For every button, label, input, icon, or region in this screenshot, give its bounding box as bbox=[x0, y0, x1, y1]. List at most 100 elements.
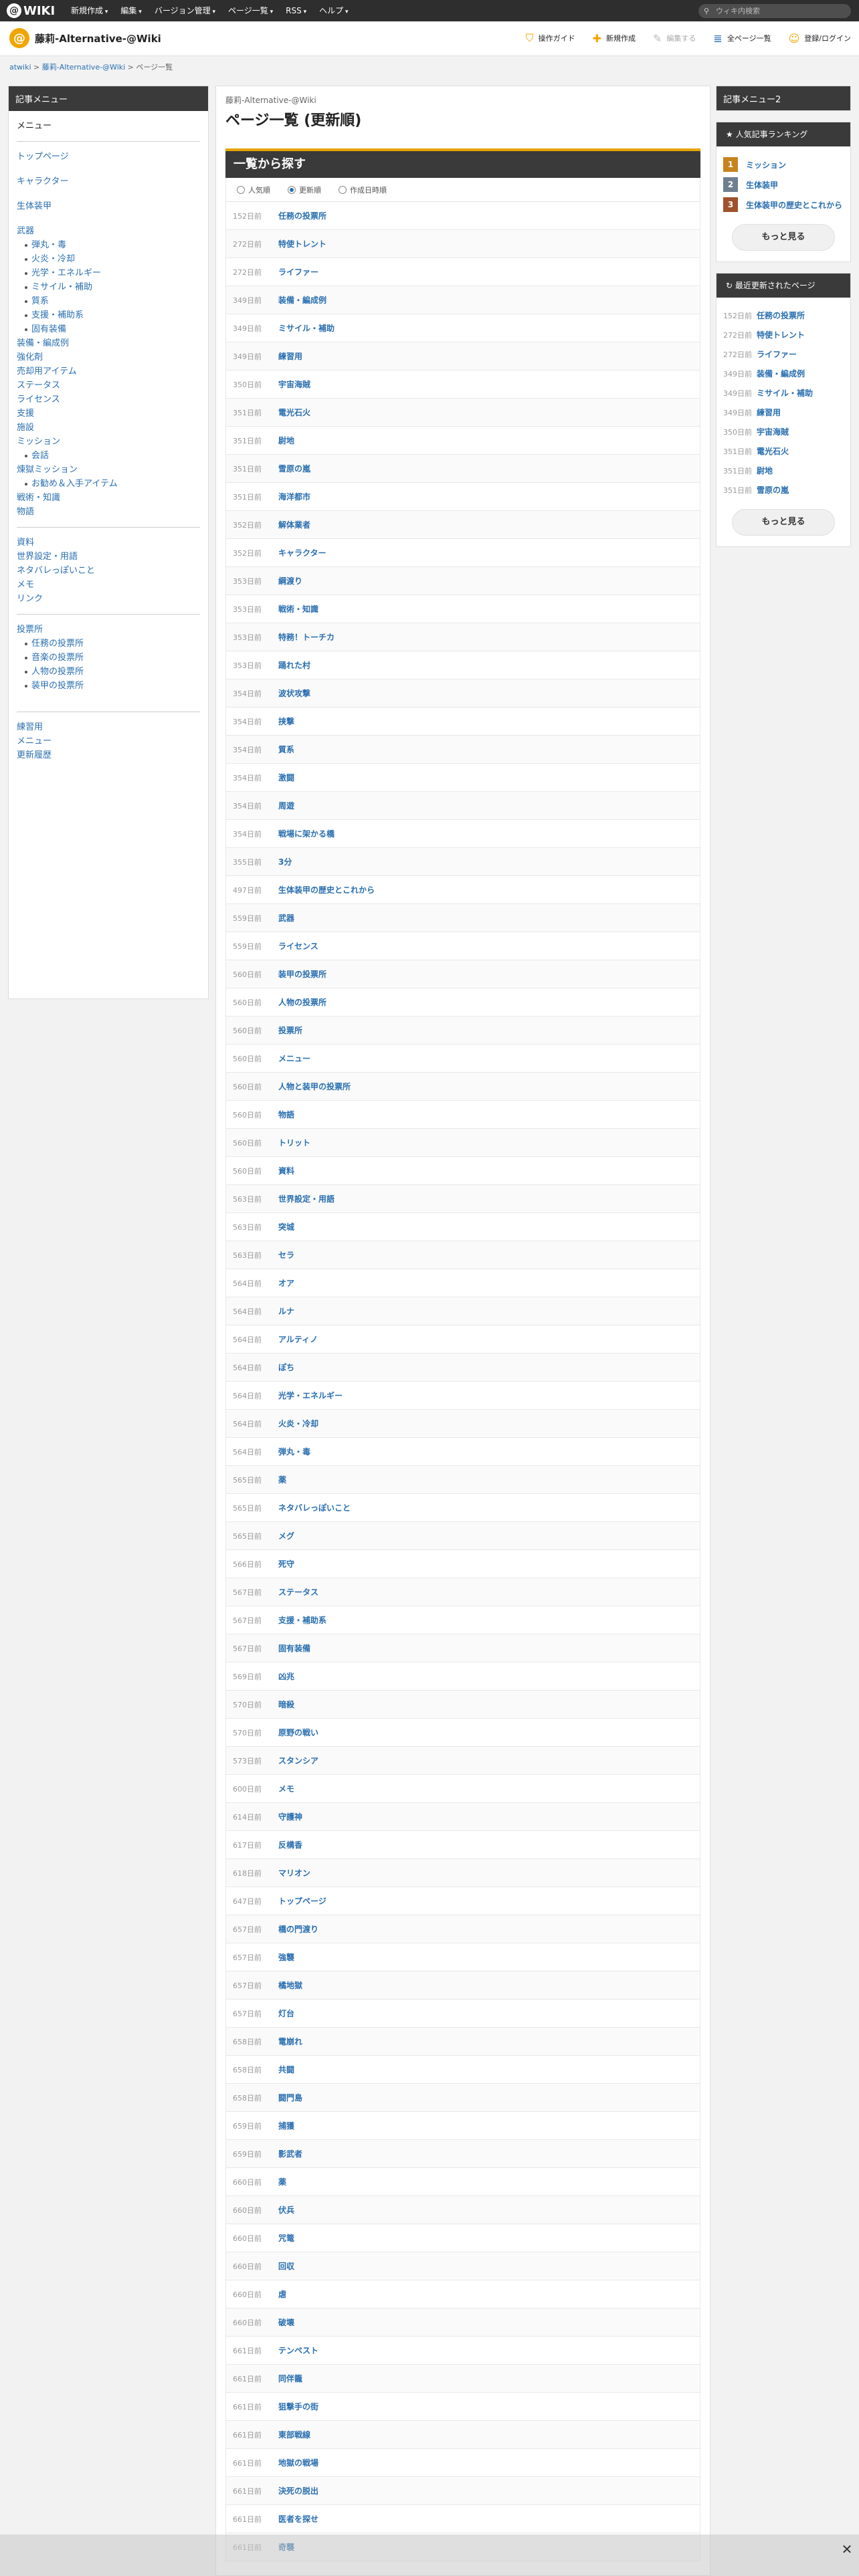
page-link[interactable]: 武器 bbox=[278, 912, 294, 924]
page-link[interactable]: ぽち bbox=[278, 1362, 294, 1373]
sidebar-item[interactable]: メモ bbox=[9, 578, 208, 592]
breadcrumb-root[interactable]: atwiki bbox=[9, 63, 31, 72]
sidebar-item[interactable]: ミッション bbox=[9, 435, 208, 449]
page-link[interactable]: 尉地 bbox=[278, 435, 294, 446]
sidebar-item[interactable]: 施設 bbox=[9, 421, 208, 435]
page-link[interactable]: トリット bbox=[278, 1137, 310, 1148]
page-link[interactable]: アルティノ bbox=[278, 1333, 318, 1345]
recent-item[interactable]: 272日前 ライファー bbox=[723, 344, 844, 364]
page-link[interactable]: 捕獲 bbox=[278, 2120, 294, 2131]
page-link[interactable]: ルナ bbox=[278, 1305, 294, 1317]
tool-pencil[interactable]: ✎ 編集する bbox=[653, 29, 696, 47]
page-link[interactable]: 宇宙海賊 bbox=[278, 379, 310, 390]
page-link[interactable]: 練習用 bbox=[278, 350, 302, 362]
page-link[interactable]: 凶兆 bbox=[278, 1671, 294, 1682]
page-link[interactable]: 虐 bbox=[278, 2288, 286, 2300]
sidebar-item[interactable]: ネタバレっぽいこと bbox=[9, 564, 208, 578]
search-input[interactable]: ⚲ ウィキ内検索 bbox=[698, 4, 851, 18]
sidebar-item[interactable]: メニュー bbox=[9, 734, 208, 748]
page-link[interactable]: 任務の投票所 bbox=[278, 210, 326, 221]
page-link[interactable]: 闘門島 bbox=[278, 2092, 302, 2103]
sidebar-item[interactable]: 売却用アイテム bbox=[9, 364, 208, 379]
tool-plus[interactable]: ✚ 新規作成 bbox=[593, 29, 636, 47]
page-link[interactable]: 海洋都市 bbox=[278, 491, 310, 502]
page-link[interactable]: セラ bbox=[278, 1249, 294, 1261]
sidebar-item[interactable]: リンク bbox=[9, 592, 208, 606]
page-link[interactable]: 激闘 bbox=[278, 772, 294, 783]
page-link[interactable]: 突城 bbox=[278, 1221, 294, 1232]
page-link[interactable]: 特務！トーチカ bbox=[278, 631, 335, 643]
page-link[interactable]: 原野の戦い bbox=[278, 1727, 318, 1738]
page-link[interactable]: 弾丸・毒 bbox=[278, 1446, 310, 1457]
page-link[interactable]: 3分 bbox=[278, 856, 292, 867]
sidebar-item[interactable]: 装備・編成例 bbox=[9, 336, 208, 350]
top-nav-item[interactable]: 新規作成 bbox=[71, 0, 108, 21]
sidebar-item[interactable]: 更新履歴 bbox=[9, 748, 208, 762]
ranking-item[interactable]: 3 生体装甲の歴史とこれから bbox=[723, 195, 844, 215]
page-link[interactable]: 解体業者 bbox=[278, 519, 310, 530]
top-nav-item[interactable]: ヘルプ bbox=[319, 0, 348, 21]
page-link[interactable]: 狙撃手の街 bbox=[278, 2401, 318, 2412]
page-link[interactable]: キャラクター bbox=[278, 547, 326, 558]
page-link[interactable]: 医者を探せ bbox=[278, 2513, 318, 2525]
radio-button[interactable] bbox=[339, 185, 347, 194]
close-icon[interactable]: ✕ bbox=[839, 2541, 855, 2557]
page-link[interactable]: 死守 bbox=[278, 1558, 294, 1570]
page-link[interactable]: 投票所 bbox=[278, 1025, 302, 1036]
page-link[interactable]: 影武者 bbox=[278, 2148, 302, 2159]
page-link[interactable]: 固有装備 bbox=[278, 1642, 310, 1654]
page-link[interactable]: 薬 bbox=[278, 2176, 286, 2187]
sidebar-item[interactable]: 強化剤 bbox=[9, 350, 208, 364]
sidebar-item[interactable]: 練習用 bbox=[9, 720, 208, 734]
page-link[interactable]: 暗殺 bbox=[278, 1699, 294, 1710]
page-link[interactable]: 伏兵 bbox=[278, 2204, 294, 2216]
page-link[interactable]: 波状攻撃 bbox=[278, 687, 310, 699]
page-link[interactable]: 人物の投票所 bbox=[278, 996, 326, 1008]
top-nav-item[interactable]: RSS bbox=[286, 0, 306, 21]
page-link[interactable]: 火炎・冷却 bbox=[278, 1418, 318, 1429]
page-link[interactable]: 地獄の戦場 bbox=[278, 2457, 318, 2468]
sidebar-item[interactable]: キャラクター bbox=[9, 175, 208, 189]
sidebar-item[interactable]: 戦術・知識 bbox=[9, 491, 208, 505]
page-link[interactable]: ステータス bbox=[278, 1586, 318, 1598]
page-link[interactable]: 周遊 bbox=[278, 800, 294, 811]
page-link[interactable]: メモ bbox=[278, 1783, 294, 1794]
recent-item[interactable]: 351日前 尉地 bbox=[723, 461, 844, 480]
page-link[interactable]: メグ bbox=[278, 1530, 294, 1541]
top-nav-item[interactable]: バージョン管理 bbox=[155, 0, 215, 21]
page-link[interactable]: 強襲 bbox=[278, 1951, 294, 1963]
page-link[interactable]: 共闘 bbox=[278, 2064, 294, 2075]
top-nav-item[interactable]: 編集 bbox=[120, 0, 141, 21]
page-link[interactable]: ミサイル・補助 bbox=[278, 322, 335, 334]
sidebar-item[interactable]: 世界設定・用語 bbox=[9, 550, 208, 564]
sidebar-item[interactable]: 光学・エネルギー bbox=[9, 266, 208, 280]
ranking-item[interactable]: 2 生体装甲 bbox=[723, 175, 844, 195]
sidebar-item[interactable]: 支援・補助系 bbox=[9, 308, 208, 322]
recent-item[interactable]: 152日前 任務の投票所 bbox=[723, 306, 844, 325]
page-link[interactable]: ライセンス bbox=[278, 940, 318, 952]
page-link[interactable]: 光学・エネルギー bbox=[278, 1390, 343, 1401]
page-link[interactable]: テンペスト bbox=[278, 2345, 318, 2356]
recent-item[interactable]: 350日前 宇宙海賊 bbox=[723, 422, 844, 441]
page-link[interactable]: 挟撃 bbox=[278, 716, 294, 727]
page-link[interactable]: 特使トレント bbox=[278, 238, 326, 249]
sidebar-item[interactable]: 資料 bbox=[9, 536, 208, 550]
recent-item[interactable]: 349日前 ミサイル・補助 bbox=[723, 383, 844, 403]
tool-page[interactable]: ≣ 全ページ一覧 bbox=[713, 29, 771, 47]
page-link[interactable]: 資料 bbox=[278, 1165, 294, 1176]
page-link[interactable]: 装備・編成例 bbox=[278, 294, 326, 306]
recent-item[interactable]: 272日前 特使トレント bbox=[723, 325, 844, 344]
page-link[interactable]: 質系 bbox=[278, 744, 294, 755]
sidebar-item[interactable]: トップページ bbox=[9, 150, 208, 164]
radio-button[interactable] bbox=[288, 185, 296, 194]
sidebar-item[interactable]: 人物の投票所 bbox=[9, 665, 208, 679]
sidebar-item[interactable]: ミサイル・補助 bbox=[9, 280, 208, 294]
page-link[interactable]: 薬 bbox=[278, 1474, 286, 1485]
page-link[interactable]: 守護神 bbox=[278, 1811, 302, 1822]
sidebar-item[interactable]: 弾丸・毒 bbox=[9, 238, 208, 252]
sort-option-radio[interactable]: 人気順 bbox=[237, 185, 270, 195]
recent-item[interactable]: 351日前 電光石火 bbox=[723, 441, 844, 461]
page-link[interactable]: 物語 bbox=[278, 1109, 294, 1120]
tool-user[interactable]: ☺ 登録/ログイン bbox=[789, 29, 851, 47]
page-link[interactable]: メニュー bbox=[278, 1053, 310, 1064]
